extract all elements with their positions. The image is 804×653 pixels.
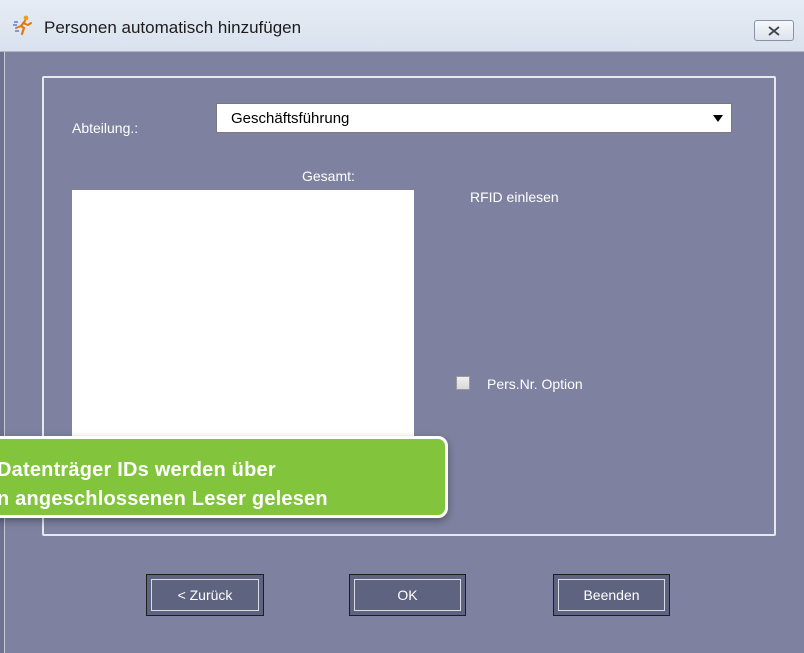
- quit-button[interactable]: Beenden: [553, 574, 670, 616]
- department-dropdown[interactable]: Geschäftsführung: [216, 103, 732, 133]
- department-label: Abteilung.:: [72, 120, 139, 136]
- pers-nr-option-label[interactable]: Pers.Nr. Option: [487, 376, 583, 392]
- ok-button[interactable]: OK: [349, 574, 466, 616]
- total-label: Gesamt:: [302, 168, 355, 184]
- close-button[interactable]: [754, 20, 794, 41]
- dialog-window: Personen automatisch hinzufügen Abteilun…: [0, 0, 804, 653]
- ok-button-label: OK: [397, 587, 418, 603]
- callout-line-1: Datenträger IDs werden über: [0, 459, 276, 481]
- close-icon: [768, 25, 780, 36]
- rfid-read-label: RFID einlesen: [470, 189, 559, 205]
- callout-line-2: n angeschlossenen Leser gelesen: [0, 488, 328, 510]
- back-button-label: < Zurück: [177, 587, 233, 603]
- department-selected-value: Geschäftsführung: [231, 110, 350, 127]
- window-title: Personen automatisch hinzufügen: [44, 18, 302, 37]
- quit-button-label: Beenden: [583, 587, 640, 603]
- chevron-down-icon[interactable]: [713, 115, 723, 122]
- info-callout: Datenträger IDs werden über n angeschlos…: [0, 436, 448, 518]
- running-person-icon: [13, 15, 32, 36]
- window-left-border: [0, 52, 5, 653]
- title-bar[interactable]: Personen automatisch hinzufügen: [0, 0, 804, 52]
- pers-nr-option-checkbox[interactable]: [456, 376, 470, 390]
- back-button[interactable]: < Zurück: [146, 574, 264, 616]
